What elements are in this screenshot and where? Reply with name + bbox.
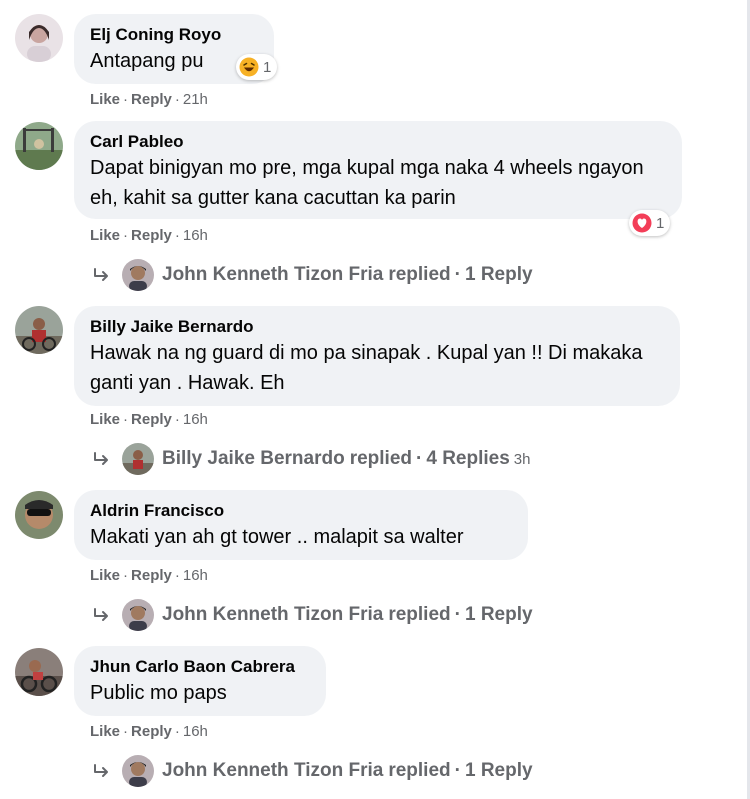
haha-icon [239, 57, 259, 77]
like-link[interactable]: Like [90, 227, 120, 244]
comment-time[interactable]: 16h [183, 723, 208, 740]
reply-count: 1 Reply [464, 760, 533, 781]
reply-verb: replied [388, 264, 451, 285]
view-replies-link[interactable]: John Kenneth Tizon Fria replied · 1 Repl… [92, 753, 533, 789]
comment-actions: Like · Reply · 16h [90, 411, 208, 428]
view-replies-link[interactable]: John Kenneth Tizon Fria replied · 1 Repl… [92, 257, 533, 293]
comment-bubble: Billy Jaike Bernardo Hawak na ng guard d… [74, 306, 680, 406]
reaction-badge[interactable]: 1 [236, 54, 278, 80]
reaction-count: 1 [263, 58, 272, 76]
comment-bubble: Carl Pableo Dapat binigyan mo pre, mga k… [74, 121, 682, 219]
reply-verb: replied [388, 604, 451, 625]
like-link[interactable]: Like [90, 91, 120, 108]
reply-author: John Kenneth Tizon Fria [162, 604, 384, 625]
comment-bubble: Jhun Carlo Baon Cabrera Public mo paps [74, 646, 326, 716]
view-replies-link[interactable]: John Kenneth Tizon Fria replied · 1 Repl… [92, 597, 533, 633]
avatar [122, 755, 154, 787]
reply-arrow-icon [94, 764, 108, 777]
reply-verb: replied [349, 448, 413, 469]
avatar [122, 259, 154, 291]
comment-text: Hawak na ng guard di mo pa sinapak . Kup… [90, 342, 643, 394]
reply-count: 1 Reply [464, 604, 533, 625]
avatar[interactable] [15, 648, 63, 696]
avatar [122, 599, 154, 631]
reply-time: 3h [513, 450, 531, 468]
comment-time[interactable]: 21h [183, 91, 208, 108]
reply-separator: · [416, 448, 423, 469]
reply-arrow-icon [94, 608, 108, 621]
reply-arrow-icon [94, 452, 108, 465]
comment-author[interactable]: Jhun Carlo Baon Cabrera [90, 656, 310, 678]
like-link[interactable]: Like [90, 411, 120, 428]
comment-actions: Like · Reply · 16h [90, 723, 208, 740]
reply-separator: · [454, 760, 461, 781]
avatar[interactable] [15, 122, 63, 170]
comment-actions: Like · Reply · 21h [90, 91, 208, 108]
avatar [122, 443, 154, 475]
reply-separator: · [454, 604, 461, 625]
reply-author: John Kenneth Tizon Fria [162, 264, 384, 285]
like-link[interactable]: Like [90, 723, 120, 740]
comment-actions: Like · Reply · 16h [90, 227, 208, 244]
comment-text: Makati yan ah gt tower .. malapit sa wal… [90, 526, 464, 548]
reply-link[interactable]: Reply [131, 723, 172, 740]
reaction-count: 1 [656, 214, 665, 232]
comment-author[interactable]: Aldrin Francisco [90, 500, 512, 522]
reply-author: Billy Jaike Bernardo [162, 448, 345, 469]
reply-link[interactable]: Reply [131, 227, 172, 244]
avatar[interactable] [15, 306, 63, 354]
comment-text: Antapang pu [90, 50, 204, 72]
comment-actions: Like · Reply · 16h [90, 567, 208, 584]
reply-count: 1 Reply [464, 264, 533, 285]
reply-verb: replied [388, 760, 451, 781]
like-link[interactable]: Like [90, 567, 120, 584]
comment-time[interactable]: 16h [183, 411, 208, 428]
reaction-badge[interactable]: 1 [629, 210, 671, 236]
reply-separator: · [454, 264, 461, 285]
avatar[interactable] [15, 491, 63, 539]
reply-count: 4 Replies [426, 448, 510, 469]
comment-author[interactable]: Billy Jaike Bernardo [90, 316, 664, 338]
comment-time[interactable]: 16h [183, 567, 208, 584]
reply-author: John Kenneth Tizon Fria [162, 760, 384, 781]
comment-text: Dapat binigyan mo pre, mga kupal mga nak… [90, 157, 644, 209]
view-replies-link[interactable]: Billy Jaike Bernardo replied · 4 Replies… [92, 441, 530, 477]
reply-link[interactable]: Reply [131, 91, 172, 108]
love-icon [632, 213, 652, 233]
avatar[interactable] [15, 14, 63, 62]
comment-author[interactable]: Elj Coning Royo [90, 24, 258, 46]
reply-link[interactable]: Reply [131, 567, 172, 584]
comment-author[interactable]: Carl Pableo [90, 131, 666, 153]
reply-link[interactable]: Reply [131, 411, 172, 428]
comment-time[interactable]: 16h [183, 227, 208, 244]
comment-bubble: Aldrin Francisco Makati yan ah gt tower … [74, 490, 528, 560]
comment-text: Public mo paps [90, 682, 227, 704]
reply-arrow-icon [94, 268, 108, 281]
